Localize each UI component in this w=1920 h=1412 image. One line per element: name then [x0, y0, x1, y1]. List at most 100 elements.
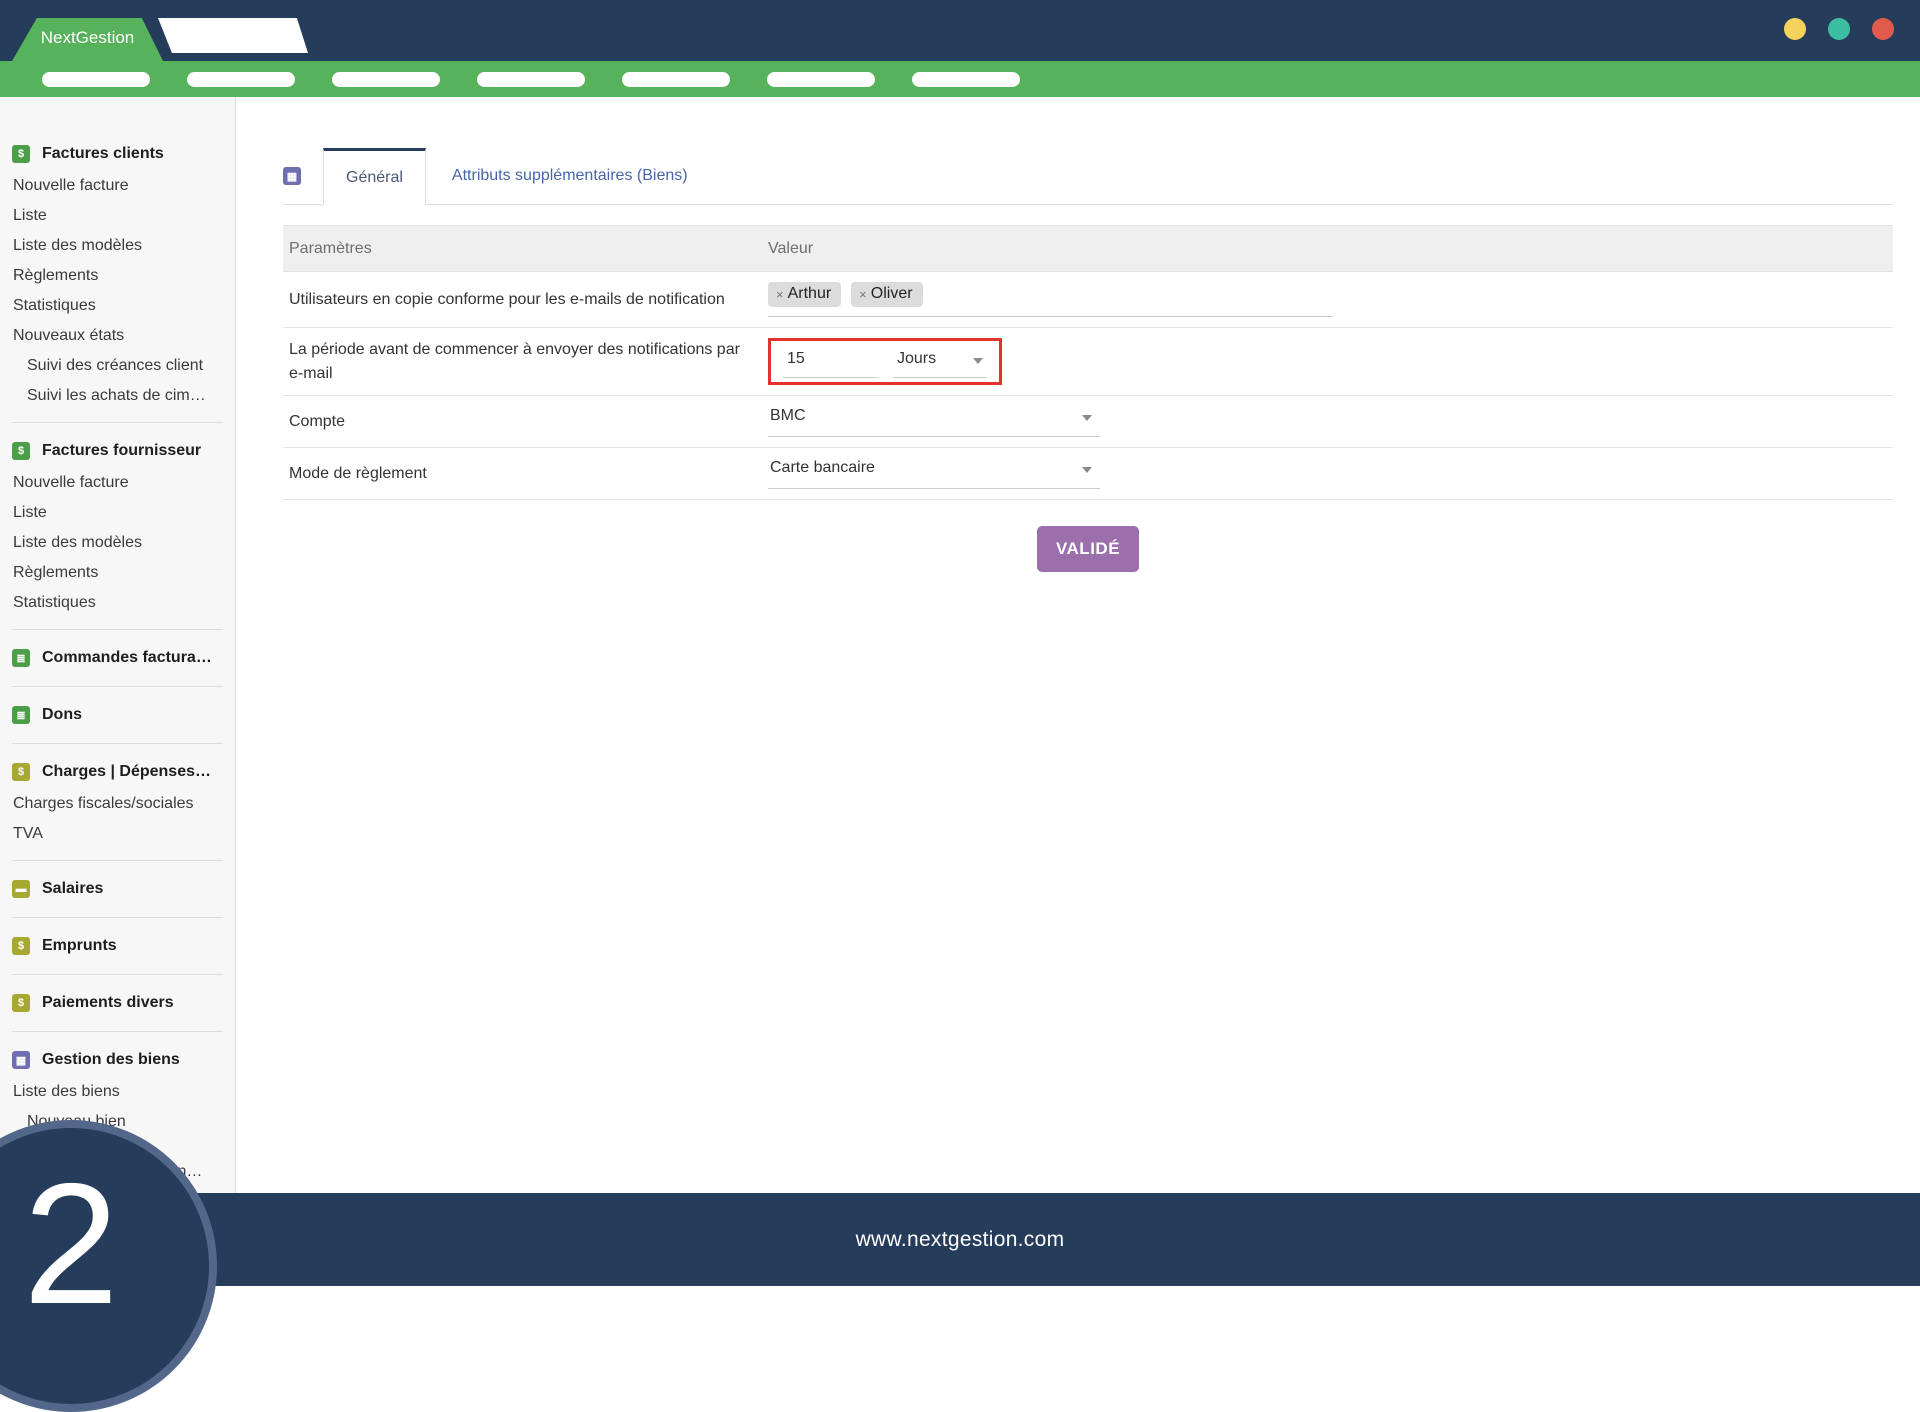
sidebar-divider	[12, 1031, 223, 1032]
top-bar: NextGestion	[0, 0, 1920, 61]
parameters-table: Paramètres Valeur Utilisateurs en copie …	[283, 225, 1893, 500]
building-icon: ▦	[12, 1051, 30, 1069]
cc-users-tag-input[interactable]: × Arthur × Oliver	[768, 282, 1333, 317]
section-title: Salaires	[42, 880, 104, 897]
nav-pill-4[interactable]	[477, 71, 585, 87]
main-nav-bar	[0, 61, 1920, 97]
param-label-notification-period: La période avant de commencer à envoyer …	[289, 341, 740, 382]
order-document-icon: ≣	[12, 649, 30, 667]
tabs-strip: ▦ Général Attributs supplémentaires (Bie…	[283, 148, 1893, 205]
sidebar-item-liste-fournisseur[interactable]: Liste	[12, 498, 235, 528]
sidebar-divider	[12, 974, 223, 975]
page-number: 2	[23, 1148, 119, 1340]
sidebar-item-nouvelle-facture-fournisseur[interactable]: Nouvelle facture	[12, 468, 235, 498]
chevron-down-icon	[973, 358, 983, 364]
nav-pill-1[interactable]	[42, 71, 150, 87]
mode-reglement-select[interactable]: Carte bancaire	[768, 458, 1100, 489]
sidebar-item-statistiques[interactable]: Statistiques	[12, 291, 235, 321]
nav-pill-5[interactable]	[622, 71, 730, 87]
sidebar: $ Factures clients Nouvelle facture List…	[0, 97, 236, 1193]
section-title: Paiements divers	[42, 994, 174, 1011]
sidebar-section-factures-fournisseur[interactable]: $ Factures fournisseur	[12, 434, 235, 468]
sidebar-divider	[12, 629, 223, 630]
param-label-mode-reglement: Mode de règlement	[289, 464, 427, 482]
sidebar-section-salaires[interactable]: ▬ Salaires	[12, 872, 235, 906]
remove-tag-icon[interactable]: ×	[776, 287, 784, 302]
sidebar-section-dons[interactable]: ≣ Dons	[12, 698, 235, 732]
building-icon: ▦	[283, 167, 301, 185]
sidebar-divider	[12, 743, 223, 744]
sidebar-item-charges-fiscales-sociales[interactable]: Charges fiscales/sociales	[12, 789, 235, 819]
user-tag-arthur: × Arthur	[768, 282, 842, 307]
section-title: Factures clients	[42, 145, 164, 162]
sidebar-item-liste-modeles-fournisseur[interactable]: Liste des modèles	[12, 528, 235, 558]
nav-pill-3[interactable]	[332, 71, 440, 87]
sidebar-divider	[12, 860, 223, 861]
sidebar-section-factures-clients[interactable]: $ Factures clients	[12, 137, 235, 171]
banknote-icon: $	[12, 763, 30, 781]
sidebar-divider	[12, 422, 223, 423]
section-title: Charges | Dépenses…	[42, 763, 211, 780]
sidebar-item-suivi-achats-cim[interactable]: Suivi les achats de cim…	[12, 381, 235, 411]
donation-file-icon: ≣	[12, 706, 30, 724]
main-content: ▦ Général Attributs supplémentaires (Bie…	[236, 97, 1920, 1193]
sidebar-section-emprunts[interactable]: $ Emprunts	[12, 929, 235, 963]
table-row: Compte BMC	[283, 396, 1893, 448]
section-title: Emprunts	[42, 937, 117, 954]
sidebar-divider	[12, 917, 223, 918]
tab-general[interactable]: Général	[323, 148, 426, 205]
user-tag-oliver: × Oliver	[851, 282, 923, 307]
sidebar-section-commandes-facturables[interactable]: ≣ Commandes factura…	[12, 641, 235, 675]
sidebar-item-nouveaux-etats[interactable]: Nouveaux états	[12, 321, 235, 351]
section-title: Commandes factura…	[42, 649, 212, 666]
wallet-icon: ▬	[12, 880, 30, 898]
sidebar-item-tva[interactable]: TVA	[12, 819, 235, 849]
chevron-down-icon	[1082, 467, 1092, 473]
table-row: Mode de règlement Carte bancaire	[283, 448, 1893, 500]
chevron-down-icon	[1082, 415, 1092, 421]
footer-url: www.nextgestion.com	[855, 1227, 1065, 1251]
param-label-cc-users: Utilisateurs en copie conforme pour les …	[289, 290, 725, 308]
period-unit-select[interactable]: Jours	[893, 349, 987, 378]
table-row: Utilisateurs en copie conforme pour les …	[283, 272, 1893, 328]
compte-select[interactable]: BMC	[768, 406, 1100, 437]
teal-dot-icon[interactable]	[1828, 18, 1850, 40]
nav-pill-6[interactable]	[767, 71, 875, 87]
window-controls	[1784, 18, 1894, 40]
sidebar-item-liste-des-modeles[interactable]: Liste des modèles	[12, 231, 235, 261]
brand-logo: NextGestion	[12, 18, 163, 61]
sidebar-section-charges-depenses[interactable]: $ Charges | Dépenses…	[12, 755, 235, 789]
red-dot-icon[interactable]	[1872, 18, 1894, 40]
banknote-icon: $	[12, 937, 30, 955]
tab-attributs-supplementaires[interactable]: Attributs supplémentaires (Biens)	[426, 148, 714, 204]
sidebar-item-reglements[interactable]: Règlements	[12, 261, 235, 291]
sidebar-item-reglements-fournisseur[interactable]: Règlements	[12, 558, 235, 588]
yellow-dot-icon[interactable]	[1784, 18, 1806, 40]
sidebar-section-gestion-des-biens[interactable]: ▦ Gestion des biens	[12, 1043, 235, 1077]
sidebar-divider	[12, 686, 223, 687]
brand-slash-decoration	[158, 18, 308, 53]
section-title: Dons	[42, 706, 82, 723]
highlight-red-box: 15 Jours	[768, 338, 1002, 385]
param-label-compte: Compte	[289, 412, 346, 430]
period-value-input[interactable]: 15	[783, 349, 879, 378]
sidebar-item-liste-des-biens[interactable]: Liste des biens	[12, 1077, 235, 1107]
column-valeur: Valeur	[768, 239, 814, 257]
remove-tag-icon[interactable]: ×	[859, 287, 867, 302]
section-title: Factures fournisseur	[42, 442, 202, 459]
invoice-dollar-icon: $	[12, 145, 30, 163]
table-header: Paramètres Valeur	[283, 225, 1893, 272]
column-parametres: Paramètres	[289, 239, 372, 257]
footer-bar: www.nextgestion.com	[0, 1193, 1920, 1286]
valide-button[interactable]: VALIDÉ	[1036, 526, 1140, 572]
sidebar-item-suivi-creances-client[interactable]: Suivi des créances client	[12, 351, 235, 381]
sidebar-item-statistiques-fournisseur[interactable]: Statistiques	[12, 588, 235, 618]
sidebar-section-paiements-divers[interactable]: $ Paiements divers	[12, 986, 235, 1020]
brand-name: NextGestion	[40, 27, 135, 47]
nav-pill-2[interactable]	[187, 71, 295, 87]
sidebar-item-liste[interactable]: Liste	[12, 201, 235, 231]
table-row: La période avant de commencer à envoyer …	[283, 328, 1893, 396]
section-title: Gestion des biens	[42, 1051, 180, 1068]
nav-pill-7[interactable]	[912, 71, 1020, 87]
sidebar-item-nouvelle-facture[interactable]: Nouvelle facture	[12, 171, 235, 201]
